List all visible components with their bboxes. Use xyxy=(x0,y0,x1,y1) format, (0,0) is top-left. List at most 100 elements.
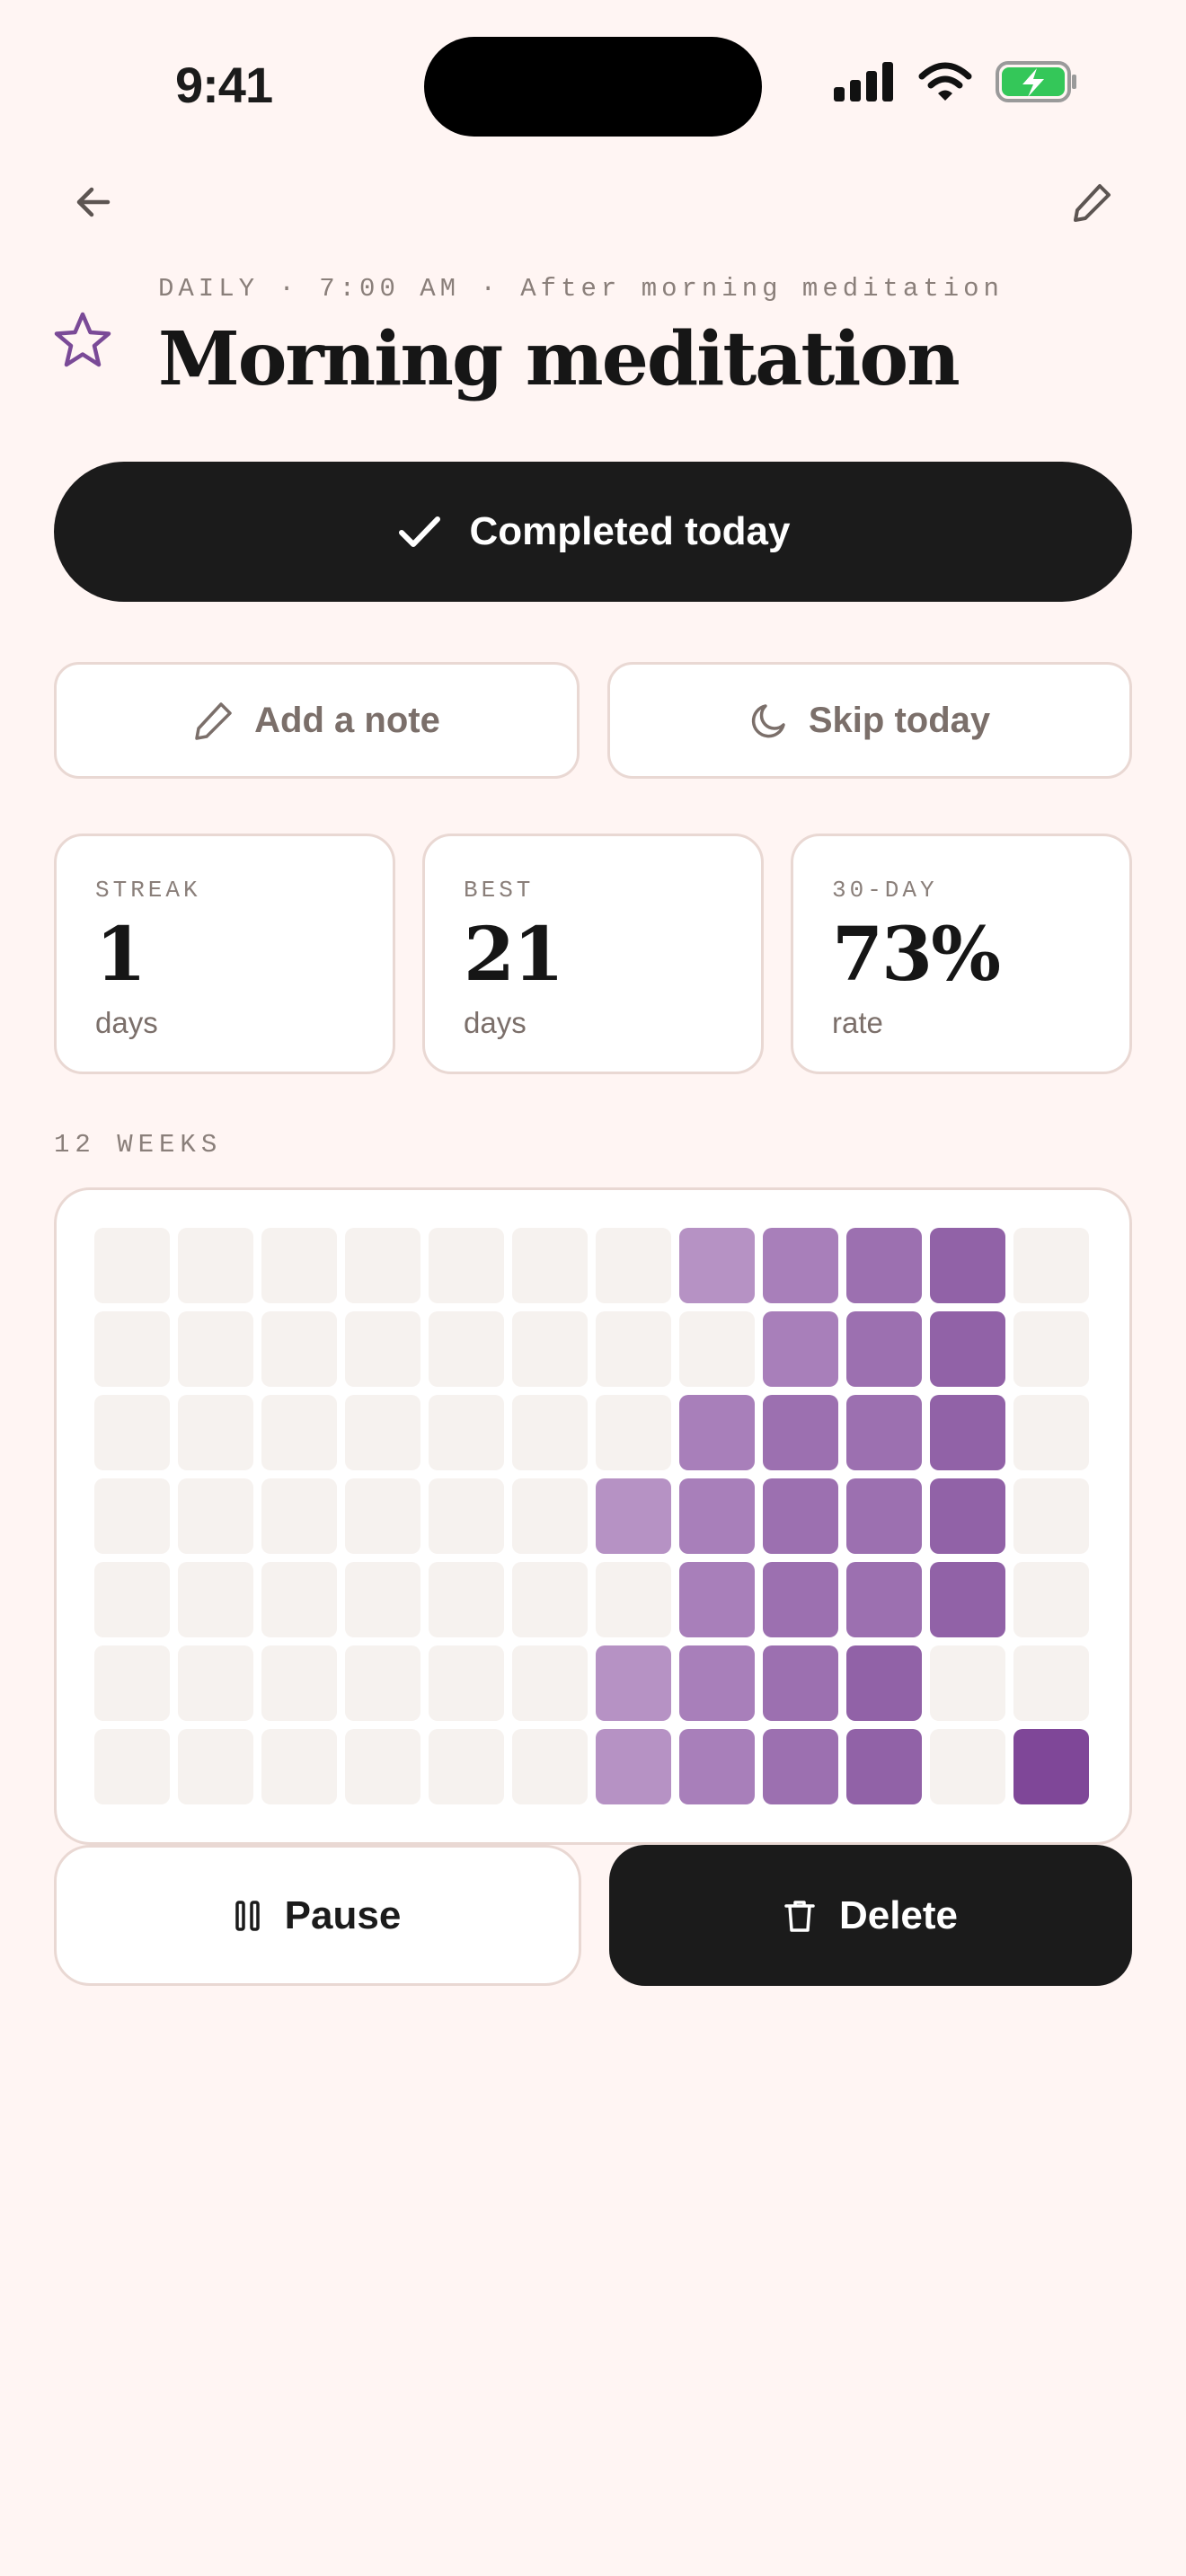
back-button[interactable] xyxy=(58,166,129,238)
heatmap-cell xyxy=(846,1478,922,1554)
heatmap-cell xyxy=(512,1228,588,1303)
habit-schedule: DAILY · 7:00 AM · After morning meditati… xyxy=(158,274,1004,304)
heatmap-cell xyxy=(512,1562,588,1637)
heatmap-cell xyxy=(261,1311,337,1387)
habit-time: 7:00 AM xyxy=(319,274,461,304)
add-note-button[interactable]: Add a note xyxy=(54,662,580,779)
battery-charging-icon xyxy=(996,61,1076,102)
heatmap-cell xyxy=(1013,1478,1089,1554)
heatmap-cell xyxy=(178,1395,253,1470)
stat-label: BEST xyxy=(464,877,535,904)
heatmap-cell xyxy=(763,1562,838,1637)
heatmap-cell xyxy=(930,1228,1005,1303)
heatmap-label: 12 WEEKS xyxy=(54,1130,223,1160)
heatmap-cell xyxy=(512,1395,588,1470)
heatmap-cell xyxy=(178,1478,253,1554)
favorite-button[interactable] xyxy=(52,311,113,375)
heatmap-cell xyxy=(429,1729,504,1804)
heatmap-cell xyxy=(261,1562,337,1637)
heatmap-cell xyxy=(429,1311,504,1387)
heatmap-cell xyxy=(178,1228,253,1303)
heatmap-cell xyxy=(930,1562,1005,1637)
stat-card-best: BEST 21 days xyxy=(422,834,764,1074)
heatmap-cell xyxy=(1013,1228,1089,1303)
stat-card-30-day: 30-DAY 73% rate xyxy=(791,834,1132,1074)
heatmap-grid xyxy=(94,1228,1089,1804)
heatmap-cell xyxy=(596,1562,671,1637)
delete-label: Delete xyxy=(838,1892,959,1937)
heatmap-cell xyxy=(763,1311,838,1387)
check-icon xyxy=(398,516,440,547)
heatmap-cell xyxy=(930,1645,1005,1721)
completed-today-button[interactable]: Completed today xyxy=(54,462,1132,602)
heatmap-cell xyxy=(846,1311,922,1387)
heatmap-cell xyxy=(429,1395,504,1470)
trash-icon xyxy=(784,1900,815,1932)
heatmap-cell xyxy=(429,1478,504,1554)
heatmap-cell xyxy=(1013,1395,1089,1470)
heatmap-cell xyxy=(178,1311,253,1387)
heatmap-cell xyxy=(345,1311,420,1387)
heatmap-cell xyxy=(763,1395,838,1470)
delete-button[interactable]: Delete xyxy=(609,1845,1132,1986)
heatmap-cell xyxy=(679,1729,755,1804)
completed-today-label: Completed today xyxy=(469,509,791,553)
heatmap-cell xyxy=(512,1478,588,1554)
heatmap-cell xyxy=(679,1645,755,1721)
edit-button[interactable] xyxy=(1057,166,1128,238)
heatmap-cell xyxy=(930,1311,1005,1387)
wifi-icon xyxy=(918,62,972,101)
heatmap-cell xyxy=(94,1645,170,1721)
stat-label: 30-DAY xyxy=(832,877,938,904)
heatmap-cell xyxy=(763,1478,838,1554)
heatmap-cell xyxy=(596,1395,671,1470)
heatmap-cell xyxy=(846,1228,922,1303)
habit-frequency: DAILY xyxy=(158,274,260,304)
heatmap-cell xyxy=(596,1729,671,1804)
heatmap-cell xyxy=(178,1729,253,1804)
heatmap-cell xyxy=(429,1562,504,1637)
heatmap-cell xyxy=(763,1645,838,1721)
pause-button[interactable]: Pause xyxy=(54,1845,581,1986)
heatmap-cell xyxy=(679,1395,755,1470)
heatmap-cell xyxy=(429,1228,504,1303)
heatmap-cell xyxy=(261,1395,337,1470)
moon-icon xyxy=(751,704,785,738)
heatmap-cell xyxy=(94,1395,170,1470)
heatmap-cell xyxy=(1013,1562,1089,1637)
pause-icon xyxy=(235,1900,260,1931)
heatmap-cell xyxy=(512,1311,588,1387)
stat-value: 1 xyxy=(95,912,146,998)
heatmap-cell xyxy=(345,1562,420,1637)
pencil-icon xyxy=(1074,184,1111,222)
status-icons xyxy=(834,61,1078,102)
heatmap-cell xyxy=(345,1228,420,1303)
heatmap-cell xyxy=(596,1645,671,1721)
habit-cue: After morning meditation xyxy=(520,274,1004,304)
heatmap-cell xyxy=(1013,1645,1089,1721)
heatmap-cell xyxy=(763,1729,838,1804)
heatmap-cell xyxy=(345,1645,420,1721)
stat-value: 21 xyxy=(464,912,564,998)
add-note-label: Add a note xyxy=(254,700,440,740)
pause-label: Pause xyxy=(284,1892,402,1937)
skip-today-label: Skip today xyxy=(808,700,991,740)
stat-unit: days xyxy=(464,1006,527,1039)
heatmap-cell xyxy=(846,1729,922,1804)
heatmap-cell xyxy=(345,1729,420,1804)
heatmap-cell xyxy=(261,1645,337,1721)
heatmap-cell xyxy=(596,1228,671,1303)
heatmap-cell xyxy=(94,1311,170,1387)
stat-unit: days xyxy=(95,1006,158,1039)
heatmap-cell xyxy=(596,1478,671,1554)
heatmap-cell xyxy=(94,1562,170,1637)
heatmap-cell xyxy=(345,1478,420,1554)
status-time: 9:41 xyxy=(175,57,273,113)
heatmap-cell xyxy=(930,1395,1005,1470)
skip-today-button[interactable]: Skip today xyxy=(607,662,1132,779)
pencil-icon xyxy=(195,702,232,740)
heatmap-cell xyxy=(94,1228,170,1303)
heatmap-cell xyxy=(429,1645,504,1721)
heatmap-cell xyxy=(679,1311,755,1387)
signal-icon xyxy=(834,62,893,101)
